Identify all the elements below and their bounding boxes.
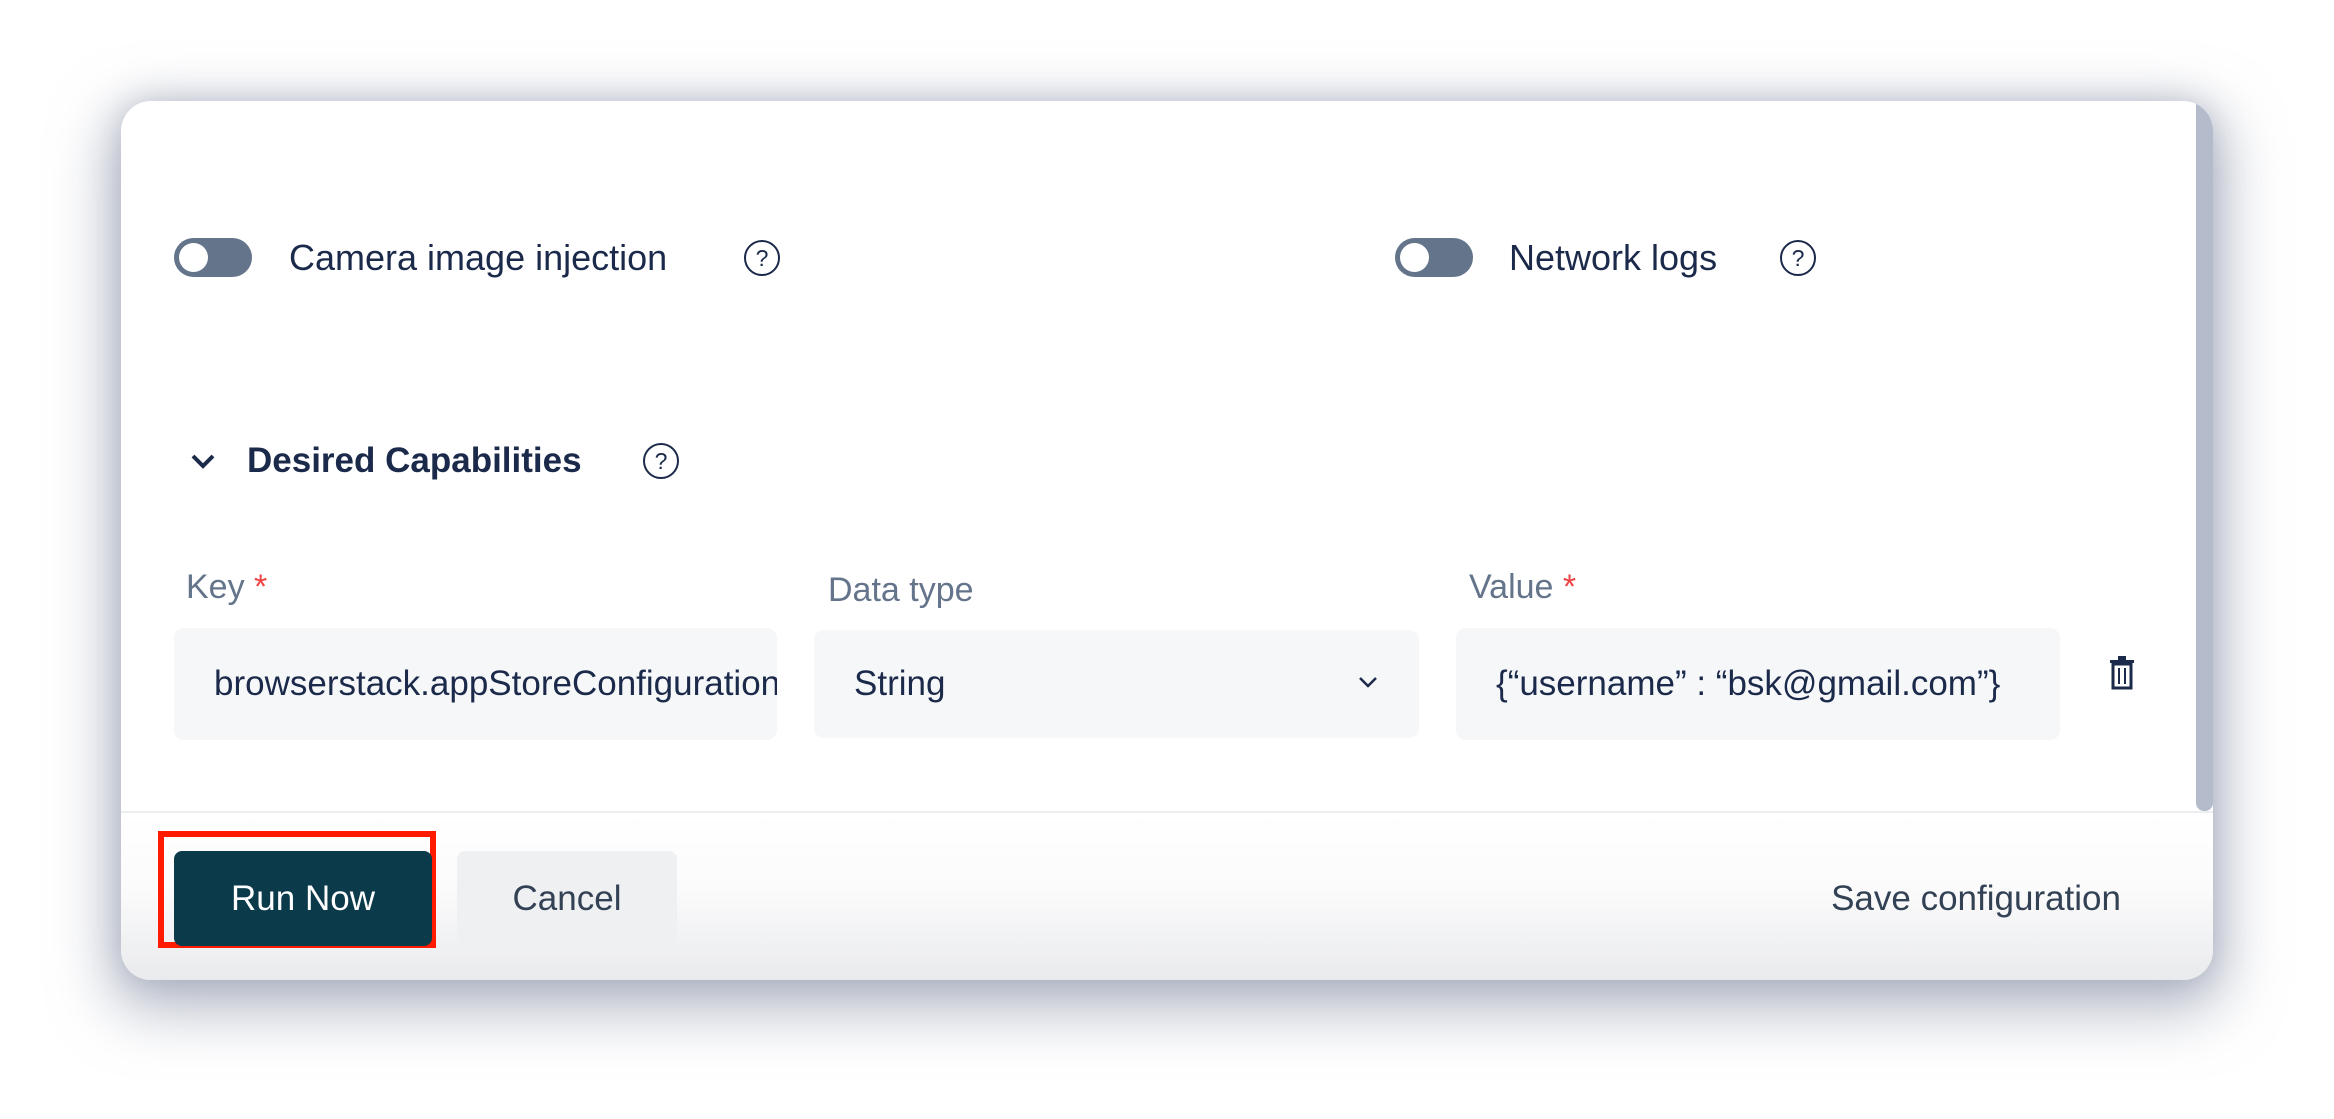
save-configuration-button[interactable]: Save configuration	[1751, 851, 2121, 946]
help-circle-icon[interactable]: ?	[744, 240, 780, 276]
scrollbar[interactable]	[2196, 101, 2213, 811]
camera-image-injection-toggle[interactable]	[174, 238, 252, 277]
modal-footer: Run Now Cancel Save configuration	[121, 811, 2213, 980]
run-now-button[interactable]: Run Now	[174, 851, 432, 946]
value-label: Value *	[1469, 568, 1577, 606]
chevron-down-icon[interactable]	[189, 451, 217, 471]
cancel-button[interactable]: Cancel	[457, 851, 677, 946]
desired-capabilities-title[interactable]: Desired Capabilities	[247, 441, 582, 481]
data-type-select[interactable]: String	[814, 630, 1419, 738]
chevron-down-icon	[1359, 677, 1377, 688]
key-input[interactable]: browserstack.appStoreConfiguration	[174, 628, 777, 740]
run-configuration-modal: Camera image injection ? Network logs ? …	[121, 101, 2213, 980]
data-type-value: String	[854, 664, 946, 703]
value-input[interactable]: {“username” : “bsk@gmail.com”}	[1456, 628, 2060, 740]
network-logs-label: Network logs	[1509, 237, 1718, 278]
trash-icon[interactable]	[2108, 656, 2136, 690]
help-circle-icon[interactable]: ?	[643, 443, 679, 479]
help-circle-icon[interactable]: ?	[1780, 240, 1816, 276]
camera-image-injection-label: Camera image injection	[289, 237, 668, 278]
key-label: Key *	[186, 568, 268, 606]
data-type-label: Data type	[828, 571, 974, 609]
network-logs-toggle[interactable]	[1395, 238, 1473, 277]
